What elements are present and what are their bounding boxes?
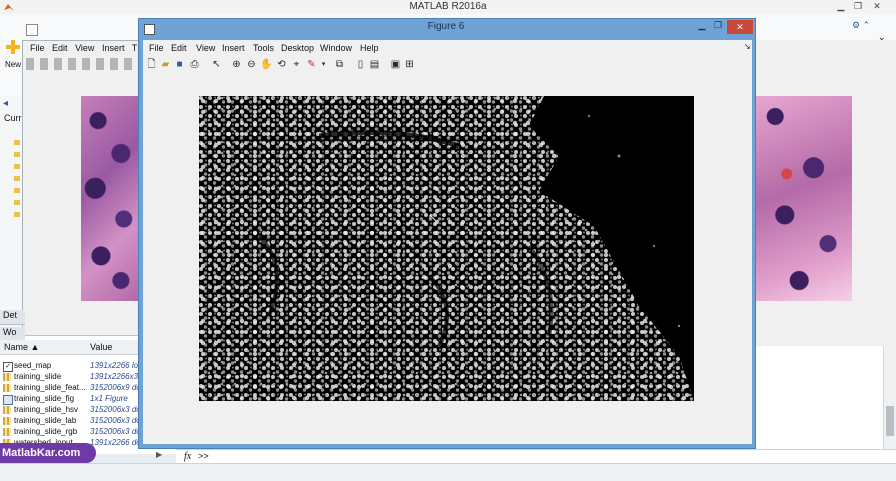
matrix-icon	[3, 417, 11, 425]
close-icon[interactable]: ✕	[870, 1, 884, 13]
back-arrow-icon[interactable]: ◂	[3, 98, 8, 109]
bg-menu-insert[interactable]: Insert	[102, 43, 125, 53]
nuclei-image-svg	[199, 96, 694, 401]
mouse-cursor-icon: ↖	[428, 212, 438, 224]
bg-menu-edit[interactable]: Edit	[52, 43, 68, 53]
current-folder-panel	[0, 96, 23, 346]
details-tab[interactable]: Det	[0, 310, 25, 325]
maximize-icon[interactable]: ❐	[851, 1, 865, 13]
menu-file[interactable]: File	[149, 43, 164, 53]
menu-desktop[interactable]: Desktop	[281, 43, 314, 53]
matrix-icon	[3, 384, 11, 392]
figure-minimize-icon[interactable]: ▁	[694, 20, 710, 34]
scrollbar-thumb[interactable]	[886, 406, 894, 436]
link-icon[interactable]: ⧉	[333, 59, 346, 71]
new-figure-icon[interactable]: 🗋	[145, 59, 158, 71]
folder-icons	[14, 140, 20, 220]
new-script-icon[interactable]	[6, 40, 20, 54]
nuclei-image: ↖	[199, 96, 694, 401]
he-stain-image-right	[756, 96, 852, 301]
current-folder-label: Curr	[4, 113, 22, 123]
matrix-icon	[3, 373, 11, 381]
background-figure-icon	[26, 24, 38, 36]
hide-plot-tools-icon[interactable]: ▣	[389, 59, 402, 71]
quick-access-icons: ⚙ ⌃	[852, 20, 871, 30]
background-figure-toolbar	[26, 58, 136, 70]
colorbar-icon[interactable]: ▯	[354, 59, 367, 71]
menu-help[interactable]: Help	[360, 43, 379, 53]
figure-title: Figure 6	[427, 21, 465, 32]
figure-icon	[3, 395, 13, 405]
figure-maximize-icon[interactable]: ❐	[710, 20, 726, 34]
workspace-scroll-right-icon[interactable]: ▶	[156, 450, 162, 459]
zoom-in-icon[interactable]: ⊕	[230, 59, 243, 71]
menubar-dock-icon[interactable]: ↘	[744, 42, 751, 51]
matrix-icon	[3, 406, 11, 414]
watermark-badge: MatlabKar.com	[0, 443, 96, 463]
minimize-icon[interactable]: ▁	[834, 1, 848, 13]
status-bar	[0, 463, 896, 481]
figure-close-button[interactable]: ✕	[727, 20, 753, 34]
bg-menu-view[interactable]: View	[75, 43, 94, 53]
rotate-icon[interactable]: ⟲	[275, 59, 288, 71]
logical-icon: ✓	[3, 362, 13, 372]
new-button-label[interactable]: New	[5, 60, 21, 69]
zoom-out-icon[interactable]: ⊖	[245, 59, 258, 71]
print-icon[interactable]: ⎙	[188, 59, 201, 71]
value-column-header[interactable]: Value	[90, 342, 112, 352]
command-input-bar[interactable]: fx >>	[176, 449, 896, 464]
menu-tools[interactable]: Tools	[253, 43, 274, 53]
open-icon[interactable]: ▰	[159, 59, 172, 71]
menu-edit[interactable]: Edit	[171, 43, 187, 53]
bg-menu-file[interactable]: File	[30, 43, 45, 53]
save-icon[interactable]: ■	[173, 59, 186, 71]
brush-dropdown-icon[interactable]: ▾	[317, 59, 330, 71]
menu-window[interactable]: Window	[320, 43, 352, 53]
legend-icon[interactable]: ▤	[368, 59, 381, 71]
he-stain-image-left	[81, 96, 138, 301]
data-cursor-icon[interactable]: ⌖	[290, 59, 303, 71]
pointer-icon[interactable]: ↖	[210, 59, 223, 71]
window-title: MATLAB R2016a	[409, 1, 487, 12]
name-column-header[interactable]: Name ▲	[4, 342, 39, 352]
pan-icon[interactable]: ✋	[260, 59, 273, 71]
menu-view[interactable]: View	[196, 43, 215, 53]
background-figure-menubar: File Edit View Insert T	[30, 43, 137, 53]
vertical-scrollbar[interactable]	[883, 346, 896, 449]
command-prompt: >>	[198, 452, 209, 462]
bg-menu-tools[interactable]: T	[132, 43, 138, 53]
matrix-icon	[3, 428, 11, 436]
show-plot-tools-icon[interactable]: ⊞	[403, 59, 416, 71]
fx-icon[interactable]: fx	[184, 451, 191, 462]
menu-insert[interactable]: Insert	[222, 43, 245, 53]
